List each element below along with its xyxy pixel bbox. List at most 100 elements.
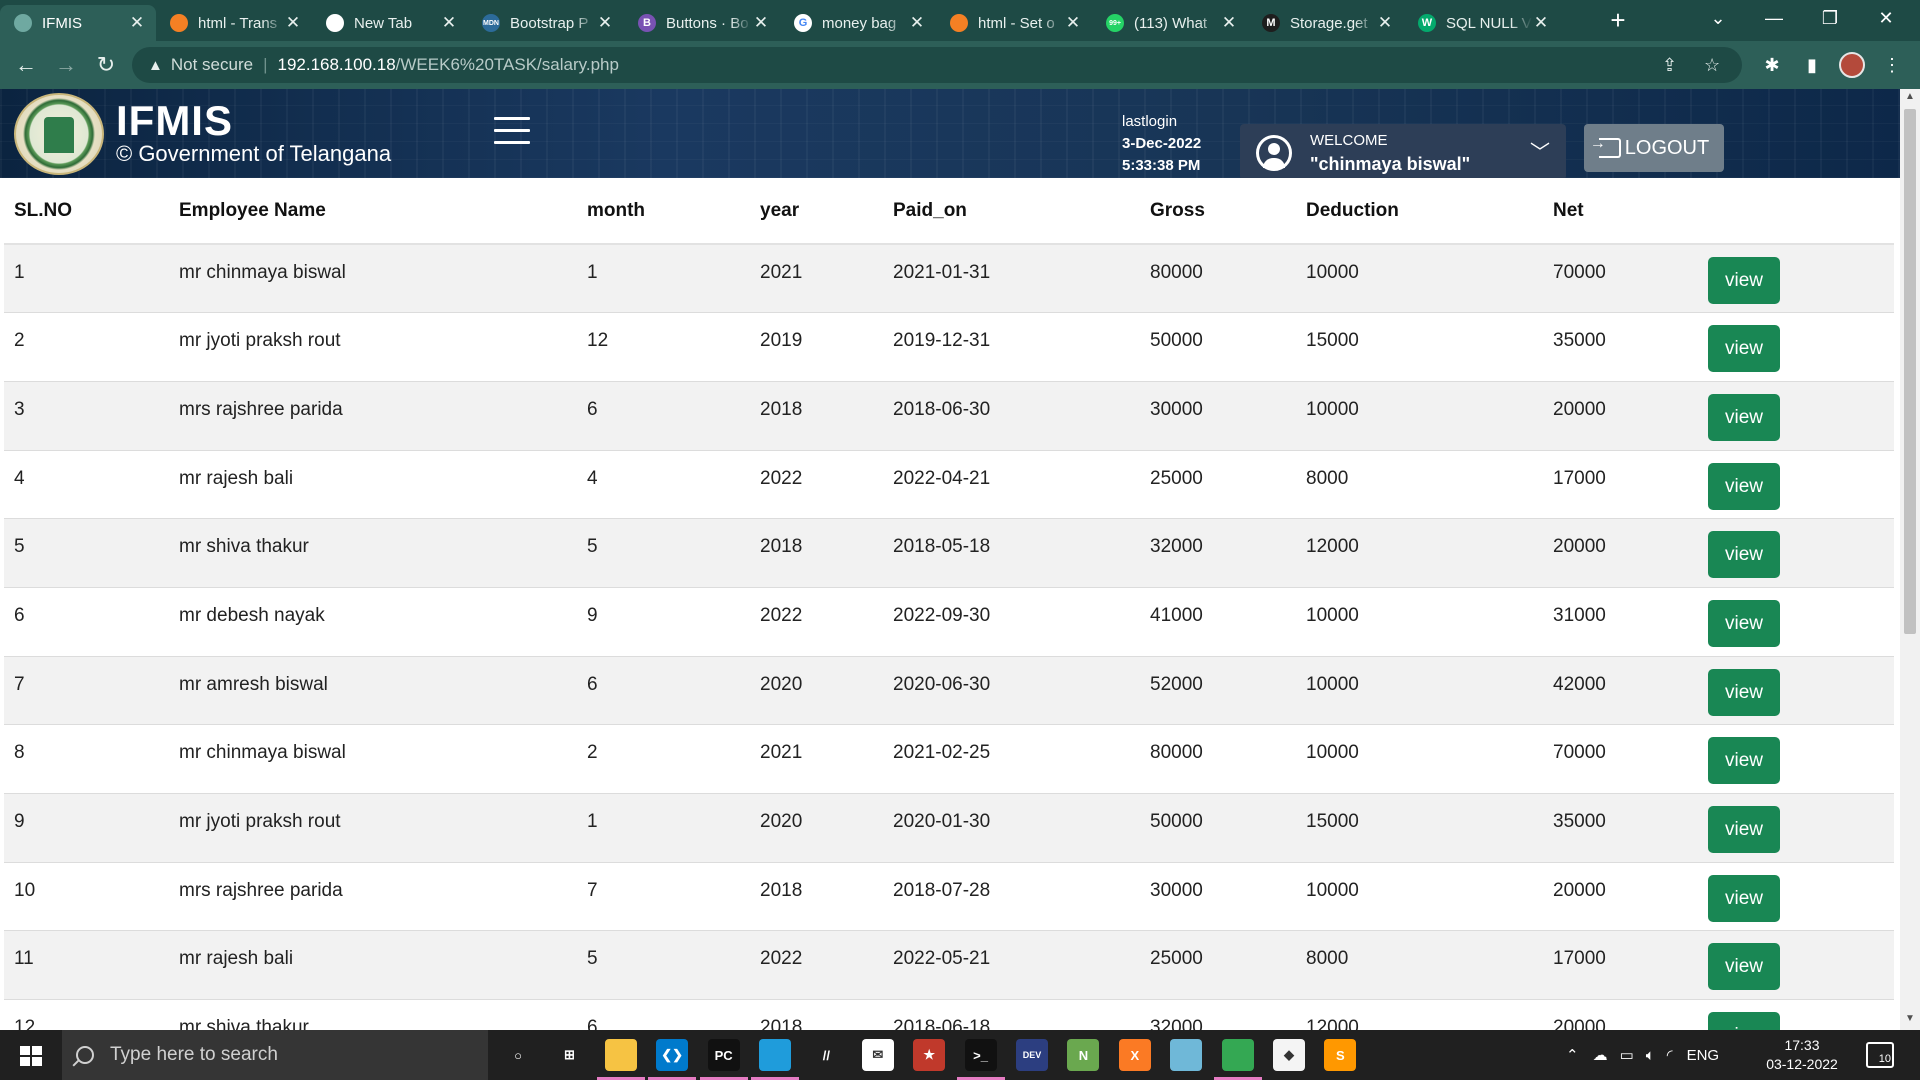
tab-close-icon[interactable]: ✕ [1532, 13, 1550, 33]
view-button[interactable]: view [1708, 257, 1780, 304]
wifi-icon[interactable]: ◜ [1667, 1046, 1673, 1064]
tab-close-icon[interactable]: ✕ [1376, 13, 1394, 33]
reload-icon[interactable]: ↻ [86, 45, 126, 85]
notepad-plus-icon[interactable]: N [1067, 1039, 1100, 1071]
chrome-taskbar-icon[interactable] [1221, 1039, 1254, 1071]
browser-tab[interactable]: B Buttons · Bo ✕ [624, 5, 780, 41]
edge-icon[interactable] [759, 1039, 791, 1071]
notes-icon[interactable] [1170, 1039, 1203, 1071]
tab-close-icon[interactable]: ✕ [1220, 13, 1238, 33]
browser-tab[interactable]: MDN Bootstrap P ✕ [468, 5, 624, 41]
vscode-icon[interactable]: ❮❯ [656, 1039, 689, 1071]
cell-gross: 50000 [1140, 793, 1296, 863]
cell-name: mrs rajshree parida [169, 861, 577, 931]
hamburger-menu-icon[interactable] [494, 117, 530, 147]
tab-title: New Tab [354, 14, 413, 32]
minimize-icon[interactable]: — [1746, 0, 1802, 36]
scrollbar-thumb[interactable] [1904, 109, 1916, 634]
view-button[interactable]: view [1708, 806, 1780, 853]
column-header: month [577, 178, 750, 245]
logout-button[interactable]: LOGOUT [1584, 124, 1724, 172]
git-icon[interactable]: ◆ [1273, 1039, 1305, 1071]
battery-icon[interactable]: ▭ [1620, 1046, 1634, 1064]
menu-kebab-icon[interactable]: ⋮ [1872, 45, 1912, 85]
windows-start-icon[interactable] [20, 1046, 42, 1066]
xampp-icon[interactable]: X [1118, 1039, 1151, 1071]
tab-search-icon[interactable]: ⌄ [1690, 0, 1746, 36]
browser-tab[interactable]: Gmoney bag ✕ [780, 5, 936, 41]
scroll-up-arrow[interactable]: ▲ [1900, 91, 1920, 107]
column-header: Employee Name [169, 178, 577, 245]
tab-close-icon[interactable]: ✕ [284, 13, 302, 33]
extensions-icon[interactable]: ✱ [1752, 45, 1792, 85]
browser-tab[interactable]: IFMIS ✕ [0, 5, 156, 41]
show-hidden-icons-icon[interactable]: ⌃ [1566, 1046, 1579, 1064]
scroll-down-arrow[interactable]: ▼ [1900, 1013, 1920, 1029]
view-button[interactable]: view [1708, 874, 1780, 922]
cell-sl: 7 [4, 655, 169, 725]
browser-tab[interactable]: New Tab ✕ [312, 5, 468, 41]
user-dropdown[interactable]: WELCOME "chinmaya biswal" ﹀ [1240, 124, 1566, 178]
table-row: 5 mr shiva thakur 5 2018 2018-05-18 32000 1200… [4, 518, 1894, 588]
pycharm-icon[interactable]: PC [707, 1039, 740, 1071]
sublime-icon[interactable]: S [1324, 1039, 1357, 1071]
tab-close-icon[interactable]: ✕ [596, 13, 614, 33]
forward-icon[interactable]: → [46, 45, 86, 85]
view-button[interactable]: view [1708, 393, 1780, 441]
browser-tab[interactable]: M Storage.get ✕ [1248, 5, 1404, 41]
bookmark-star-icon[interactable]: ☆ [1704, 55, 1720, 76]
view-button[interactable]: view [1708, 325, 1780, 373]
view-button[interactable]: view [1708, 1012, 1780, 1030]
view-button[interactable]: view [1708, 737, 1780, 785]
cell-name: mr jyoti praksh rout [169, 793, 577, 863]
taskbar-search-box[interactable]: Type here to search [62, 1030, 488, 1080]
tab-close-icon[interactable]: ✕ [128, 13, 146, 33]
tab-close-icon[interactable]: ✕ [440, 13, 458, 33]
game-icon[interactable]: ★ [913, 1039, 946, 1071]
table-row: 4 mr rajesh bali 4 2022 2022-04-21 25000 8000 1… [4, 449, 1894, 519]
tab-close-icon[interactable]: ✕ [908, 13, 926, 33]
cell-name: mr shiva thakur [169, 999, 577, 1030]
table-row: 9 mr jyoti praksh rout 1 2020 2020-01-30 5000… [4, 793, 1894, 863]
cell-year: 2021 [750, 724, 883, 794]
side-panel-icon[interactable]: ▮ [1792, 45, 1832, 85]
task-view-icon[interactable]: ○ [502, 1039, 534, 1071]
volume-icon[interactable]: 🔈︎ [1646, 1047, 1655, 1064]
taskbar-clock[interactable]: 17:33 03-12-2022 [1754, 1036, 1850, 1074]
address-bar[interactable]: ▲ Not secure | 192.168.100.18/WEEK6%20TA… [132, 47, 1742, 83]
cell-month: 12 [577, 312, 750, 382]
profile-avatar[interactable] [1832, 45, 1872, 85]
file-explorer-icon[interactable] [604, 1039, 637, 1071]
language-indicator[interactable]: ENG [1687, 1047, 1720, 1064]
browser-tab[interactable]: 99+ (113) What ✕ [1092, 5, 1248, 41]
view-button[interactable]: view [1708, 599, 1780, 647]
mail-icon[interactable]: ✉ [861, 1039, 894, 1071]
cell-year: 2018 [750, 861, 883, 931]
cell-paid-on: 2022-05-21 [883, 930, 1140, 1000]
restore-icon[interactable]: ❐ [1802, 0, 1858, 36]
new-tab-button[interactable]: + [1598, 2, 1638, 38]
browser-tab[interactable]: html - Trans ✕ [156, 5, 312, 41]
cell-deduction: 15000 [1296, 793, 1543, 863]
taskview-grid-icon[interactable]: ⊞ [553, 1039, 586, 1071]
app-logo-icon[interactable]: // [810, 1039, 843, 1071]
view-button[interactable]: view [1708, 668, 1780, 716]
tab-close-icon[interactable]: ✕ [1064, 13, 1082, 33]
share-icon[interactable]: ⇪ [1662, 55, 1677, 76]
view-button[interactable]: view [1708, 462, 1780, 510]
tab-close-icon[interactable]: ✕ [752, 13, 770, 33]
browser-tab[interactable]: html - Set o ✕ [936, 5, 1092, 41]
table-row: 2 mr jyoti praksh rout 12 2019 2019-12-31 500… [4, 312, 1894, 382]
browser-tab[interactable]: W SQL NULL V ✕ [1404, 5, 1560, 41]
page-scrollbar[interactable]: ▲ ▼ [1900, 89, 1920, 1030]
back-icon[interactable]: ← [6, 45, 46, 85]
cell-paid-on: 2018-06-18 [883, 999, 1140, 1030]
network-off-icon[interactable]: ☁ [1593, 1046, 1608, 1064]
notification-center-icon[interactable]: 10 [1866, 1042, 1894, 1068]
view-button[interactable]: view [1708, 943, 1780, 991]
cell-action: view [1698, 724, 1894, 794]
terminal-icon[interactable]: >_ [964, 1039, 997, 1071]
close-window-icon[interactable]: ✕ [1858, 0, 1914, 36]
devcpp-icon[interactable]: DEV [1016, 1039, 1048, 1071]
view-button[interactable]: view [1708, 531, 1780, 579]
